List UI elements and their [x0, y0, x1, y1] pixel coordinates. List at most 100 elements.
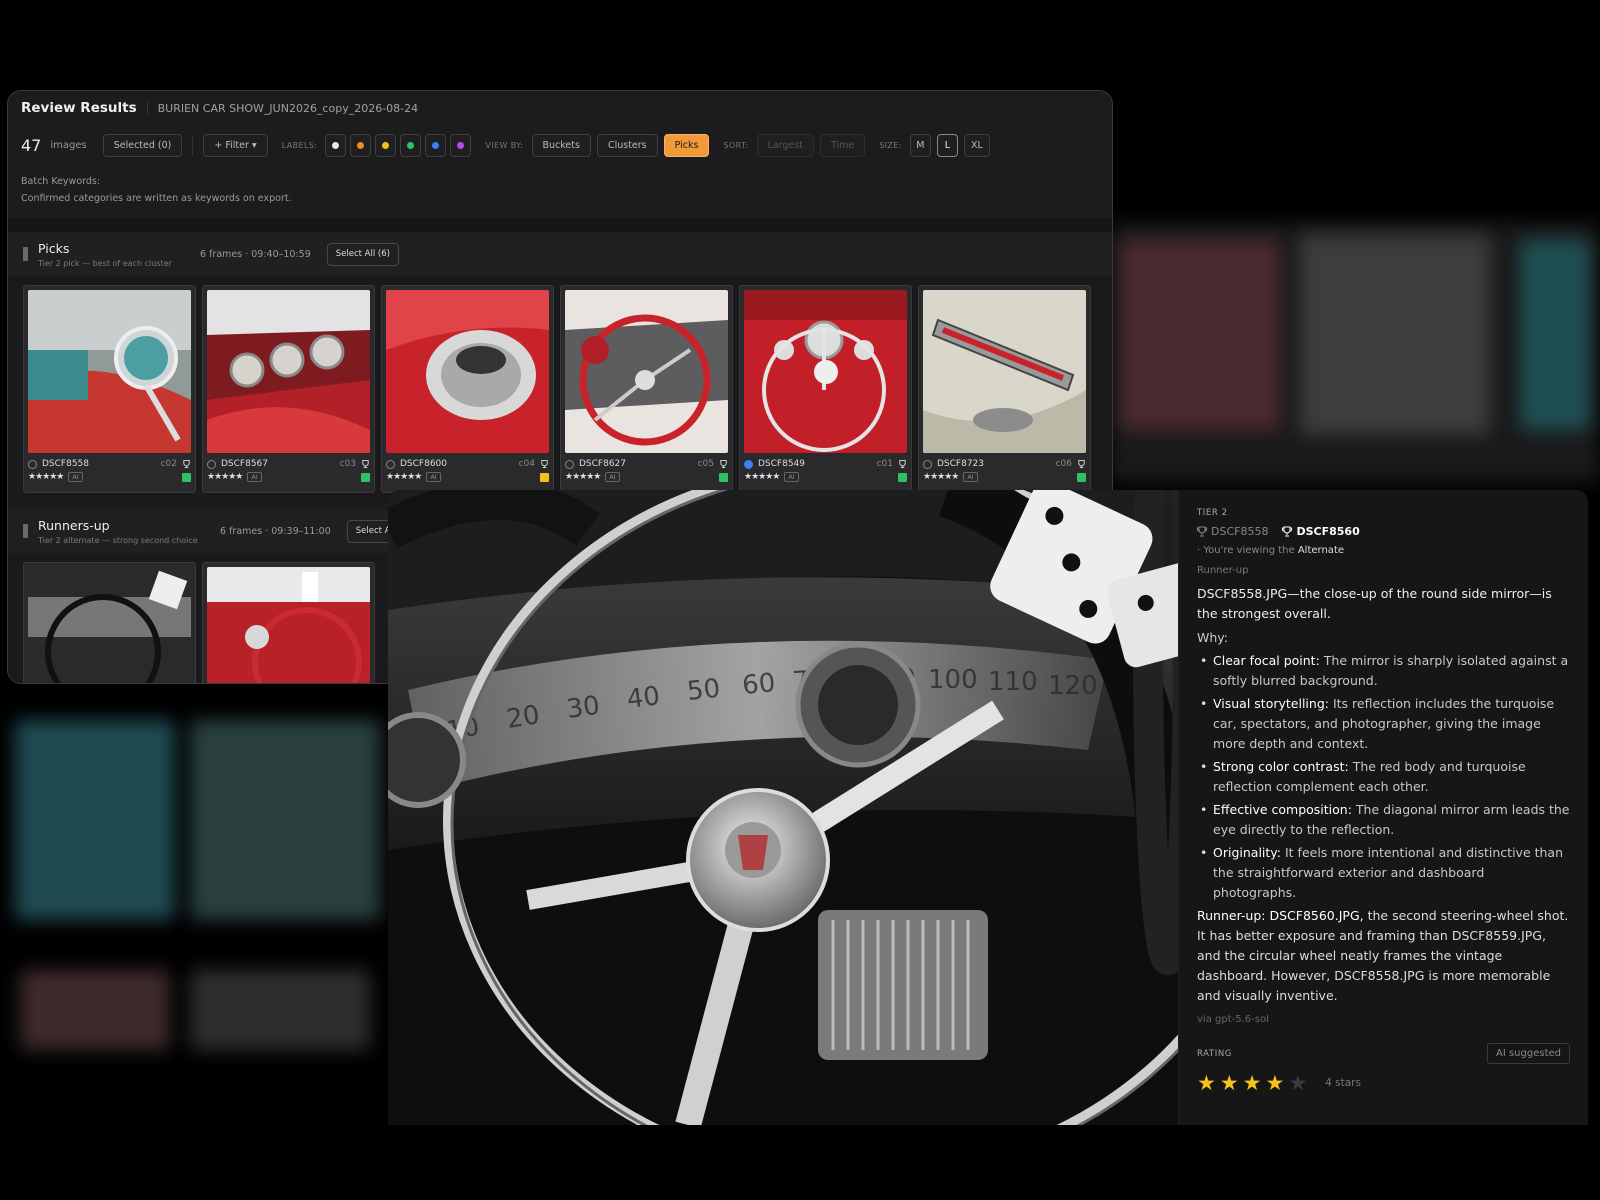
runners-up-meta: 6 frames · 09:39–11:00 — [220, 525, 331, 537]
picks-select-all-button[interactable]: Select All (6) — [326, 242, 399, 266]
label-filter-4[interactable] — [400, 133, 422, 157]
file-name: DSCF8627 — [579, 459, 627, 469]
ai-badge: AI — [963, 472, 978, 482]
trophy-icon — [183, 459, 190, 469]
color-label — [898, 472, 907, 482]
picks-section: Picks Tier 2 pick — best of each cluster… — [8, 232, 1112, 503]
size-l-button[interactable]: L — [936, 133, 958, 157]
viewing-prefix: · You're viewing the — [1197, 545, 1295, 556]
star-5[interactable]: ★ — [1288, 1072, 1307, 1094]
thumbnail-image — [28, 567, 191, 683]
pick-b[interactable]: DSCF8560 — [1282, 525, 1360, 538]
size-xl-button[interactable]: XL — [963, 133, 990, 157]
pick-a-label: DSCF8558 — [1211, 525, 1269, 538]
trophy-icon — [1282, 526, 1293, 537]
view-buckets-button[interactable]: Buckets — [531, 133, 591, 157]
reason-title: Visual storytelling: — [1213, 696, 1329, 711]
reason-item: Effective composition: The diagonal mirr… — [1197, 800, 1570, 840]
view-clusters-button[interactable]: Clusters — [596, 133, 658, 157]
ai-badge: AI — [68, 472, 83, 482]
thumbnail-card[interactable]: DSCF8600 c04 ★★★★★ AI — [381, 285, 554, 493]
thumbnail-card[interactable]: DSCF8567 c03 ★★★★★ AI — [202, 285, 375, 493]
star-rating: ★★★★★ — [386, 472, 422, 482]
thumbnail-card[interactable] — [23, 562, 196, 683]
reason-title: Strong color contrast: — [1213, 759, 1349, 774]
reason-title: Originality: — [1213, 845, 1281, 860]
label-filter-5[interactable] — [425, 133, 447, 157]
thumbnail-image — [744, 290, 907, 453]
runner-up-label: Runner-up — [1197, 565, 1249, 576]
tier-label: TIER 2 — [1197, 508, 1228, 518]
why-heading: Why: — [1197, 630, 1228, 645]
rating-header: RATING AI suggested — [1197, 1043, 1570, 1064]
file-name: DSCF8723 — [937, 459, 985, 469]
svg-text:100: 100 — [928, 665, 978, 695]
label-filter-2[interactable] — [350, 133, 372, 157]
picks-header: Picks Tier 2 pick — best of each cluster… — [8, 232, 1112, 276]
select-radio[interactable] — [923, 459, 932, 469]
toolbar: 47 images Selected (0) + Filter ▾ LABELS… — [8, 125, 1112, 165]
select-radio[interactable] — [565, 459, 574, 469]
cluster-id: c06 — [1055, 459, 1072, 469]
star-3[interactable]: ★ — [1243, 1072, 1262, 1094]
thumbnail-card[interactable]: DSCF8558 c02 ★★★★★ AI — [23, 285, 196, 493]
reason-title: Clear focal point: — [1213, 653, 1320, 668]
file-name: DSCF8567 — [221, 459, 269, 469]
section-divider — [8, 218, 1112, 232]
select-radio[interactable] — [207, 459, 216, 469]
viewing-value: Alternate — [1297, 545, 1345, 556]
filter-button[interactable]: + Filter ▾ — [203, 133, 268, 157]
thumbnail-image — [207, 567, 370, 683]
label-dot — [432, 141, 440, 149]
ai-badge: AI — [784, 472, 799, 482]
color-label — [182, 472, 191, 482]
size-m-button[interactable]: M — [909, 133, 931, 157]
rating-caption: 4 stars — [1325, 1077, 1361, 1089]
thumbnail-card[interactable] — [202, 562, 375, 683]
label-filter-1[interactable] — [325, 133, 347, 157]
reasons-list: Clear focal point: The mirror is sharply… — [1197, 651, 1570, 903]
star-1[interactable]: ★ — [1197, 1072, 1216, 1094]
thumbnail-card[interactable]: DSCF8627 c05 ★★★★★ AI — [560, 285, 733, 493]
viewer-image[interactable]: 10 20 30 40 50 60 70 80 90 100 110 120 — [388, 490, 1178, 1125]
sort-largest-button[interactable]: Largest — [756, 133, 814, 157]
star-rating: ★★★★★ — [565, 472, 601, 482]
thumbnail-card[interactable]: DSCF8549 c01 ★★★★★ AI — [739, 285, 912, 493]
svg-text:60: 60 — [741, 668, 777, 701]
cluster-id: c04 — [518, 459, 535, 469]
trophy-icon — [899, 459, 906, 469]
reason-item: Clear focal point: The mirror is sharply… — [1197, 651, 1570, 691]
window-title: Review Results — [21, 100, 137, 116]
selected-button[interactable]: Selected (0) — [102, 133, 183, 157]
section-marker — [23, 247, 28, 261]
trophy-icon — [1078, 459, 1085, 469]
image-count: 47 — [21, 135, 42, 155]
star-4[interactable]: ★ — [1265, 1072, 1284, 1094]
svg-text:40: 40 — [625, 681, 662, 715]
picks-meta: 6 frames · 09:40–10:59 — [200, 248, 311, 260]
select-radio[interactable] — [744, 459, 753, 469]
label-filter-6[interactable] — [450, 133, 472, 157]
pick-pair: DSCF8558 DSCF8560 — [1197, 525, 1570, 538]
view-by-label: VIEW BY: — [485, 140, 524, 150]
runner-up-title: Runner-up: DSCF8560.JPG, — [1197, 908, 1364, 923]
ai-badge: AI — [247, 472, 262, 482]
pick-a[interactable]: DSCF8558 — [1197, 525, 1268, 538]
file-name: DSCF8558 — [42, 459, 90, 469]
section-marker — [23, 524, 28, 538]
star-2[interactable]: ★ — [1220, 1072, 1239, 1094]
thumbnail-card[interactable]: DSCF8723 c06 ★★★★★ AI — [918, 285, 1091, 493]
label-dot — [332, 141, 340, 149]
select-radio[interactable] — [386, 459, 395, 469]
select-radio[interactable] — [28, 459, 37, 469]
label-dot — [382, 141, 390, 149]
toolbar-divider — [192, 135, 194, 155]
label-filter-3[interactable] — [375, 133, 397, 157]
ai-analysis-panel: TIER 2 DSCF8558 DSCF8560 · You're viewin… — [1178, 490, 1588, 1125]
file-name: DSCF8600 — [400, 459, 448, 469]
model-attribution: via gpt-5.6-sol — [1197, 1014, 1269, 1025]
view-picks-button[interactable]: Picks — [663, 133, 710, 157]
ai-suggested-badge: AI suggested — [1487, 1043, 1570, 1064]
svg-text:30: 30 — [565, 691, 602, 725]
sort-time-button[interactable]: Time — [819, 133, 866, 157]
